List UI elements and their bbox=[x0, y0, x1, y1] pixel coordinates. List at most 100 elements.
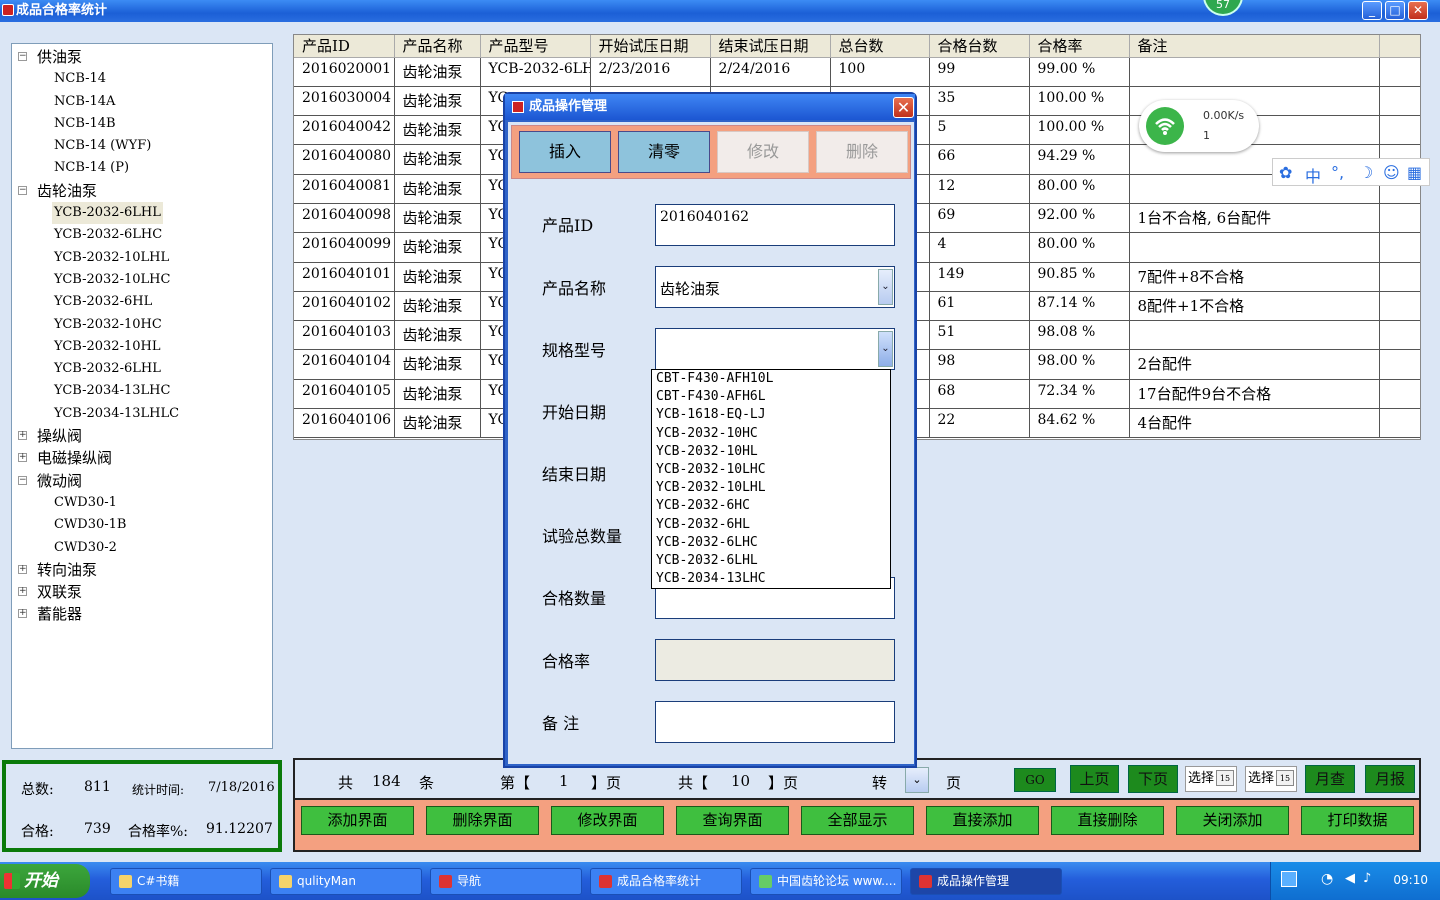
dropdown-option[interactable]: YCB-2032-6HC bbox=[652, 497, 890, 515]
tree-item[interactable]: NCB-14 (WYF) bbox=[12, 135, 272, 157]
query-view-button[interactable]: 查询界面 bbox=[676, 806, 789, 835]
show-all-button[interactable]: 全部显示 bbox=[801, 806, 914, 835]
table-row[interactable]: 2016020001齿轮油泵YCB-2032-6LHL2/23/20162/24… bbox=[294, 57, 1420, 87]
product-name-select[interactable]: 齿轮油泵 ⌄ bbox=[655, 266, 895, 308]
tree-item[interactable]: CWD30-2 bbox=[12, 537, 272, 559]
insert-button[interactable]: 插入 bbox=[519, 131, 611, 173]
clear-button[interactable]: 清零 bbox=[618, 131, 710, 173]
ime-chinese-toggle[interactable]: 中 bbox=[1305, 163, 1321, 187]
expand-icon[interactable]: + bbox=[18, 564, 27, 574]
tree-item[interactable]: YCB-2032-10LHL bbox=[12, 247, 272, 269]
speaker-icon[interactable]: ♪ bbox=[1363, 871, 1371, 886]
goto-dropdown[interactable]: ⌄ bbox=[905, 767, 929, 793]
tree-group[interactable]: − 微动阀 bbox=[12, 470, 272, 492]
direct-delete-button[interactable]: 直接删除 bbox=[1051, 806, 1164, 835]
end-date-picker[interactable]: 选择 15 bbox=[1245, 766, 1297, 792]
moon-icon[interactable]: ☽ bbox=[1359, 163, 1373, 182]
spec-dropdown-list[interactable]: CBT-F430-AFH10L CBT-F430-AFH6L YCB-1618-EQ… bbox=[651, 369, 891, 589]
note-field[interactable] bbox=[655, 701, 895, 743]
tree-group[interactable]: + 双联泵 bbox=[12, 581, 272, 603]
taskbar-item[interactable]: 成品合格率统计 bbox=[590, 868, 742, 895]
go-button[interactable]: GO bbox=[1014, 768, 1056, 792]
arrow-left-icon[interactable]: ◀ bbox=[1345, 871, 1355, 886]
dropdown-option[interactable]: YCB-2034-13LHC bbox=[652, 570, 890, 588]
column-header[interactable]: 总台数 bbox=[830, 35, 930, 58]
tree-item[interactable]: YCB-2032-6LHL bbox=[12, 358, 272, 380]
direct-add-button[interactable]: 直接添加 bbox=[926, 806, 1039, 835]
tree-item[interactable]: CWD30-1B bbox=[12, 514, 272, 536]
taskbar-item[interactable]: 导航 bbox=[430, 868, 582, 895]
add-view-button[interactable]: 添加界面 bbox=[301, 806, 414, 835]
column-header[interactable]: 合格率 bbox=[1029, 35, 1130, 58]
taskbar-item[interactable]: 中国齿轮论坛 www.... bbox=[750, 868, 902, 895]
modify-button[interactable]: 修改 bbox=[717, 131, 809, 173]
column-header[interactable]: 产品ID bbox=[294, 35, 395, 58]
minimize-button[interactable]: _ bbox=[1362, 1, 1382, 20]
start-date-picker[interactable]: 选择 15 bbox=[1185, 766, 1237, 792]
tree-group[interactable]: + 电磁操纵阀 bbox=[12, 447, 272, 469]
expand-icon[interactable]: + bbox=[18, 431, 27, 441]
category-tree[interactable]: − 供油泵 NCB-14 NCB-14A NCB-14B NCB-14 (WYF) NCB-… bbox=[11, 43, 273, 749]
taskbar-item[interactable]: C#书籍 bbox=[110, 868, 262, 895]
tree-group[interactable]: − 供油泵 bbox=[12, 46, 272, 68]
tree-item[interactable]: YCB-2032-6LHC bbox=[12, 224, 272, 246]
tree-item[interactable]: YCB-2034-13LHLC bbox=[12, 403, 272, 425]
dropdown-option[interactable]: YCB-1618-EQ-LJ bbox=[652, 406, 890, 424]
tree-item[interactable]: YCB-2032-6LHL bbox=[12, 202, 272, 225]
prev-page-button[interactable]: 上页 bbox=[1070, 765, 1119, 793]
maximize-button[interactable]: □ bbox=[1385, 1, 1405, 20]
tree-item[interactable]: YCB-2032-6HL bbox=[12, 291, 272, 313]
notification-badge[interactable]: 57 bbox=[1203, 0, 1243, 16]
next-page-button[interactable]: 下页 bbox=[1128, 765, 1178, 793]
tree-item[interactable]: NCB-14 (P) bbox=[12, 157, 272, 179]
grid-menu-icon[interactable]: ▦ bbox=[1407, 163, 1422, 182]
taskbar-item[interactable]: 成品操作管理 bbox=[910, 868, 1062, 895]
paw-icon[interactable]: ✿ bbox=[1279, 163, 1292, 182]
column-header[interactable]: 产品型号 bbox=[480, 35, 591, 58]
month-report-button[interactable]: 月报 bbox=[1365, 765, 1415, 793]
taskbar-item[interactable]: qulityMan bbox=[270, 868, 422, 895]
modify-view-button[interactable]: 修改界面 bbox=[551, 806, 664, 835]
tree-item[interactable]: NCB-14A bbox=[12, 91, 272, 113]
collapse-icon[interactable]: − bbox=[18, 52, 27, 61]
print-data-button[interactable]: 打印数据 bbox=[1301, 806, 1414, 835]
product-id-field[interactable]: 2016040162 bbox=[655, 204, 895, 246]
tree-group[interactable]: + 操纵阀 bbox=[12, 425, 272, 447]
network-icon[interactable] bbox=[1281, 871, 1297, 887]
expand-icon[interactable]: + bbox=[18, 609, 27, 619]
column-header[interactable]: 开始试压日期 bbox=[590, 35, 711, 58]
column-header[interactable]: 结束试压日期 bbox=[710, 35, 831, 58]
tree-item[interactable]: NCB-14B bbox=[12, 113, 272, 135]
delete-view-button[interactable]: 删除界面 bbox=[426, 806, 539, 835]
dropdown-option[interactable]: YCB-2032-10HL bbox=[652, 443, 890, 461]
tree-item[interactable]: CWD30-1 bbox=[12, 492, 272, 514]
punctuation-icon[interactable]: °, bbox=[1331, 163, 1344, 182]
tree-item[interactable]: YCB-2032-10HC bbox=[12, 314, 272, 336]
dropdown-option[interactable]: YCB-2032-6HL bbox=[652, 516, 890, 534]
spec-select[interactable]: ⌄ bbox=[655, 328, 895, 370]
delete-button[interactable]: 删除 bbox=[816, 131, 908, 173]
chevron-down-icon[interactable]: ⌄ bbox=[878, 269, 893, 305]
wifi-tray-icon[interactable]: ◔ bbox=[1321, 871, 1333, 887]
column-header[interactable]: 合格台数 bbox=[929, 35, 1030, 58]
tree-group[interactable]: − 齿轮油泵 bbox=[12, 180, 272, 202]
collapse-icon[interactable]: − bbox=[18, 185, 27, 195]
tree-item[interactable]: YCB-2034-13LHC bbox=[12, 380, 272, 402]
close-button[interactable]: ✕ bbox=[1408, 1, 1428, 20]
dropdown-option[interactable]: CBT-F430-AFH6L bbox=[652, 388, 890, 406]
dropdown-option[interactable]: YCB-2032-10LHL bbox=[652, 479, 890, 497]
expand-icon[interactable]: + bbox=[18, 587, 27, 597]
tree-item[interactable]: NCB-14 bbox=[12, 68, 272, 90]
close-add-button[interactable]: 关闭添加 bbox=[1176, 806, 1289, 835]
expand-icon[interactable]: + bbox=[18, 453, 27, 463]
chevron-down-icon[interactable]: ⌄ bbox=[878, 331, 893, 367]
user-icon[interactable]: ☺ bbox=[1383, 163, 1400, 182]
dropdown-option[interactable]: YCB-2032-6LHL bbox=[652, 552, 890, 570]
tree-item[interactable]: YCB-2032-10HL bbox=[12, 336, 272, 358]
collapse-icon[interactable]: − bbox=[18, 475, 27, 485]
dropdown-option[interactable]: CBT-F430-AFH10L bbox=[652, 370, 890, 388]
wifi-widget[interactable]: 0.00K/s 1 bbox=[1139, 100, 1259, 152]
dropdown-option[interactable]: YCB-2032-10HC bbox=[652, 425, 890, 443]
tree-group[interactable]: + 蓄能器 bbox=[12, 603, 272, 625]
start-button[interactable]: 开始 bbox=[0, 864, 90, 898]
